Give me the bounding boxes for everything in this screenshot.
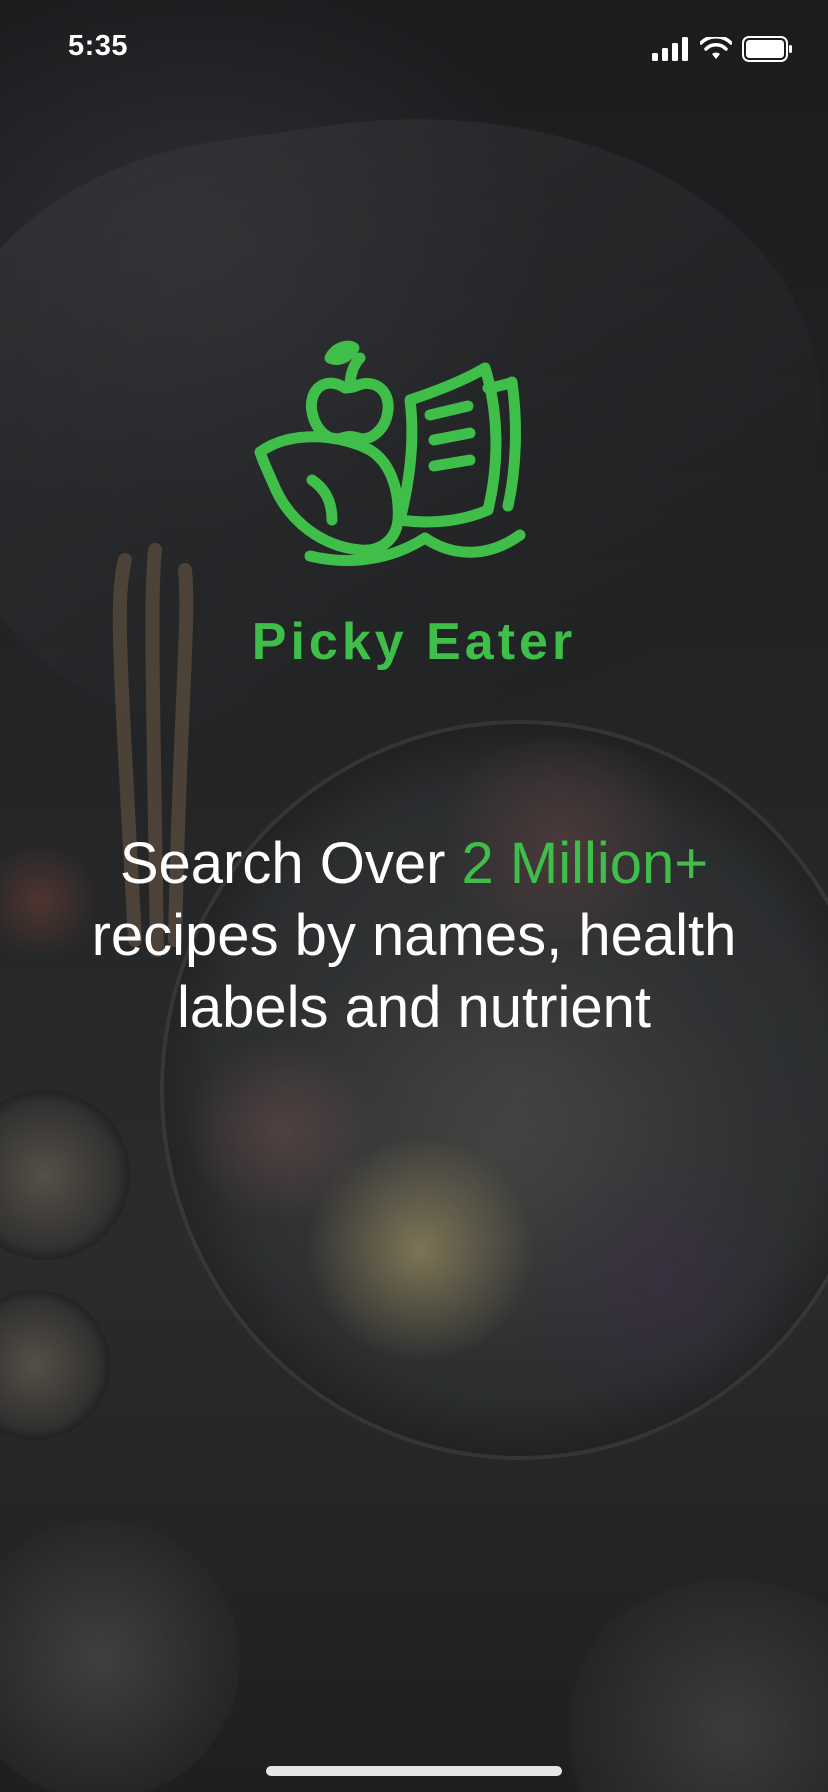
background-cup xyxy=(0,1290,110,1440)
background-plate-stack xyxy=(560,1580,828,1792)
background-cup xyxy=(0,1090,130,1260)
tagline-line-3: labels and nutrient xyxy=(177,975,651,1040)
tagline: Search Over 2 Million+ recipes by names,… xyxy=(30,828,798,1044)
status-bar: 5:35 xyxy=(0,0,828,100)
cellular-signal-icon xyxy=(652,37,688,61)
status-time: 5:35 xyxy=(68,30,129,62)
status-icons xyxy=(652,36,794,62)
battery-icon xyxy=(742,36,792,62)
tagline-line-1: Search Over 2 Million+ xyxy=(30,828,798,900)
wifi-icon xyxy=(700,37,732,59)
home-indicator[interactable] xyxy=(266,1766,562,1776)
apple-book-leaf-logo xyxy=(254,340,526,566)
brand-name: Picky Eater xyxy=(251,613,577,671)
splash-screen: 5:35 Picky Eater Search Over 2 Million+ … xyxy=(0,0,828,1792)
background-food xyxy=(520,1150,800,1410)
tagline-highlight: 2 Million+ xyxy=(461,831,709,896)
background-cup xyxy=(0,1520,240,1792)
background-food xyxy=(180,1040,380,1220)
tagline-prefix: Search Over xyxy=(119,831,462,896)
tagline-line-2: recipes by names, health xyxy=(91,903,737,968)
